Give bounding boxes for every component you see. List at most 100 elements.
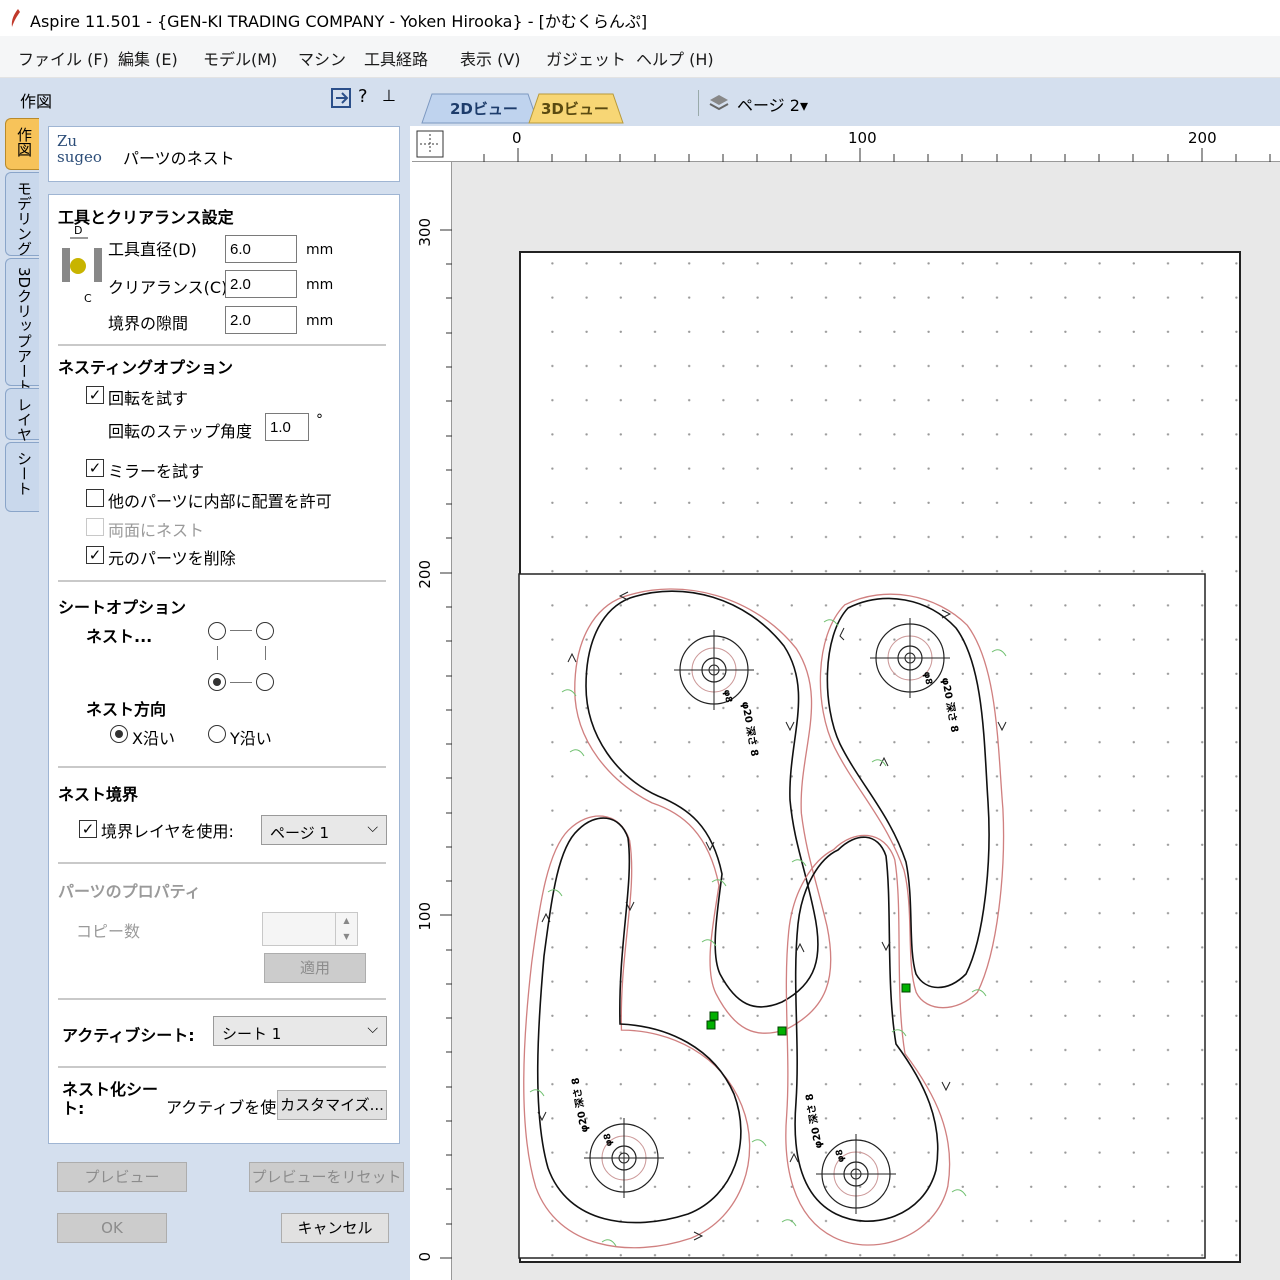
start-node	[777, 1026, 787, 1036]
nest-corner-label: ネスト...	[86, 627, 153, 646]
tab-2d-view[interactable]: 2Dビュー	[420, 92, 540, 124]
nest-both-sides-label: 両面にネスト	[108, 521, 205, 540]
clearance-label: クリアランス(C)	[108, 278, 228, 297]
cancel-button[interactable]: キャンセル	[281, 1213, 389, 1243]
section-sheet-options: シートオプション	[58, 598, 187, 617]
border-gap-label: 境界の隙間	[108, 314, 189, 333]
try-mirror-checkbox[interactable]: ✓	[86, 459, 104, 477]
direction-x-radio[interactable]	[110, 725, 128, 743]
menu-toolpath[interactable]: 工具経路	[364, 46, 428, 70]
start-node	[709, 1011, 719, 1021]
delete-original-checkbox[interactable]: ✓	[86, 546, 104, 564]
direction-x-label: X沿い	[132, 729, 175, 748]
clearance-input[interactable]: 2.0	[225, 270, 297, 298]
tool-diameter-unit: mm	[306, 242, 334, 258]
tool-title: パーツのネスト	[123, 149, 235, 168]
tab-3d-view[interactable]: 3Dビュー	[527, 92, 627, 124]
drawing-canvas[interactable]: φ8 φ20 深さ 8 φ8 φ20 深さ 8 φ8 φ20 深さ 8 φ8 φ…	[452, 162, 1280, 1280]
chevron-down-icon: ⌵	[367, 1021, 378, 1037]
divider	[58, 1066, 386, 1068]
sheet-stack-icon	[709, 95, 729, 111]
menu-edit[interactable]: 編集 (E)	[118, 46, 178, 70]
side-tab-3d-clipart[interactable]: 3Dクリップアート	[5, 258, 39, 393]
menu-help[interactable]: ヘルプ (H)	[636, 46, 714, 70]
page-selector[interactable]: ページ 2▾	[737, 92, 808, 116]
corner-connector	[230, 682, 252, 683]
section-nest-border: ネスト境界	[58, 785, 139, 804]
delete-original-label: 元のパーツを削除	[108, 549, 236, 568]
ruler-top-label: 0	[512, 129, 522, 147]
corner-top-right-radio[interactable]	[256, 622, 274, 640]
customize-button[interactable]: カスタマイズ...	[277, 1090, 387, 1120]
title-bar: Aspire 11.501 - {GEN-KI TRADING COMPANY …	[0, 0, 1280, 36]
nest-parts-tool-icon: Zu sugeo	[57, 132, 102, 166]
nest-direction-label: ネスト方向	[86, 700, 167, 719]
diagram-label-c: C	[84, 292, 92, 305]
direction-y-radio[interactable]	[208, 725, 226, 743]
diagram-label-d: D	[74, 224, 83, 237]
nest-both-sides-checkbox[interactable]	[86, 518, 104, 536]
ruler-origin-icon[interactable]	[416, 130, 444, 158]
rotation-step-input[interactable]: 1.0	[265, 413, 309, 441]
rotation-step-label: 回転のステップ角度	[108, 422, 253, 441]
use-border-layer-checkbox[interactable]: ✓	[79, 820, 97, 838]
window-title: Aspire 11.501 - {GEN-KI TRADING COMPANY …	[30, 12, 648, 31]
ruler-left-ticks	[440, 229, 452, 1259]
allow-inside-checkbox[interactable]	[86, 489, 104, 507]
start-node	[706, 1020, 716, 1030]
tool-diameter-label: 工具直径(D)	[108, 240, 197, 259]
clearance-unit: mm	[306, 277, 334, 293]
copies-spinner[interactable]: ▲ ▼	[262, 912, 358, 946]
nest-sheet-label: ネスト化シート:	[62, 1080, 159, 1118]
active-sheet-label: アクティブシート:	[62, 1026, 195, 1045]
reset-preview-button[interactable]: プレビューをリセット	[249, 1162, 404, 1192]
section-tool-clearance: 工具とクリアランス設定	[58, 208, 234, 227]
ruler-left-label: 0	[416, 1252, 434, 1262]
chevron-down-icon: ⌵	[367, 820, 378, 836]
start-node	[901, 983, 911, 993]
side-tab-modeling[interactable]: モデリング	[5, 172, 39, 256]
side-tab-draw[interactable]: 作図	[5, 118, 39, 170]
apply-button[interactable]: 適用	[264, 953, 366, 983]
corner-connector	[230, 630, 252, 631]
corner-bottom-left-radio[interactable]	[208, 673, 226, 691]
help-icon[interactable]: ?	[358, 86, 368, 107]
try-rotation-label: 回転を試す	[108, 389, 189, 408]
corner-bottom-right-radio[interactable]	[256, 673, 274, 691]
ruler-top-label: 100	[848, 129, 877, 147]
side-tab-sheets[interactable]: シート	[5, 442, 39, 512]
use-border-layer-label: 境界レイヤを使用:	[101, 822, 234, 841]
canvas-drawing: φ8 φ20 深さ 8 φ8 φ20 深さ 8 φ8 φ20 深さ 8 φ8 φ…	[452, 162, 1280, 1280]
ruler-left-label: 100	[416, 902, 434, 931]
copies-label: コピー数	[76, 922, 141, 941]
corner-connector	[217, 646, 218, 660]
border-layer-select[interactable]: ページ 1 ⌵	[261, 815, 387, 845]
rotation-step-unit: °	[316, 412, 323, 428]
corner-top-left-radio[interactable]	[208, 622, 226, 640]
active-sheet-select[interactable]: シート 1 ⌵	[213, 1016, 387, 1046]
menu-view[interactable]: 表示 (V)	[460, 46, 521, 70]
border-gap-input[interactable]: 2.0	[225, 306, 297, 334]
pin-to-panel-icon[interactable]	[330, 86, 354, 110]
menu-file[interactable]: ファイル (F)	[18, 46, 109, 70]
spinner-arrows-icon[interactable]: ▲ ▼	[335, 913, 357, 945]
pushpin-icon[interactable]: ⊥	[382, 86, 396, 105]
tool-form	[48, 194, 400, 1144]
direction-y-label: Y沿い	[230, 729, 272, 748]
ruler-top-label: 200	[1188, 129, 1217, 147]
section-part-properties: パーツのプロパティ	[58, 882, 201, 901]
divider	[58, 344, 386, 346]
section-nesting-options: ネスティングオプション	[58, 358, 234, 377]
tool-diameter-input[interactable]: 6.0	[225, 235, 297, 263]
menu-gadget[interactable]: ガジェット	[546, 46, 626, 70]
menu-model[interactable]: モデル(M)	[203, 46, 277, 70]
divider	[58, 580, 386, 582]
side-tab-layers[interactable]: レイヤ	[5, 388, 39, 442]
tab-divider	[698, 90, 699, 116]
try-rotation-checkbox[interactable]: ✓	[86, 386, 104, 404]
ruler-left-label: 200	[416, 560, 434, 589]
preview-button[interactable]: プレビュー	[57, 1162, 187, 1192]
ok-button[interactable]: OK	[57, 1213, 167, 1243]
tool-title-box: Zu sugeo パーツのネスト	[48, 126, 400, 182]
menu-machine[interactable]: マシン	[298, 46, 346, 70]
